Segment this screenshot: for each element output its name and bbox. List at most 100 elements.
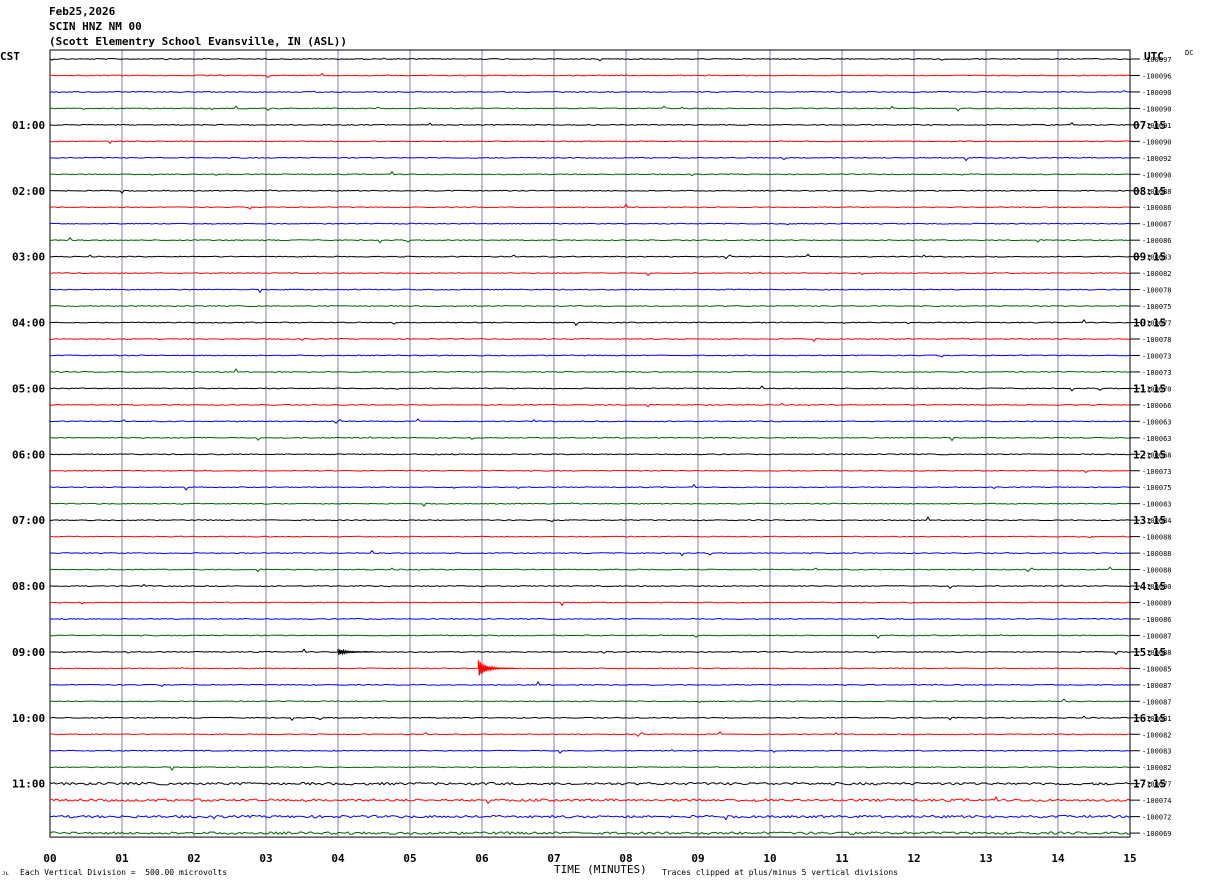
dc-offset-label: -100090: [1142, 583, 1172, 591]
trace-green: [49, 105, 1131, 112]
x-tick-label: 13: [979, 852, 992, 865]
event-waveform: [337, 648, 374, 656]
trace-blue: [49, 288, 1131, 294]
dc-offset-label: -100090: [1142, 171, 1172, 179]
trace-red: [49, 271, 1131, 277]
dc-offset-label: -100070: [1142, 385, 1172, 393]
dc-offset-label: -100086: [1142, 204, 1172, 212]
trace-red: [49, 731, 1131, 737]
trace-black: [49, 715, 1131, 722]
left-hour-label: 04:00: [12, 317, 45, 330]
dc-offset-label: -100066: [1142, 402, 1172, 410]
dc-offset-label: -100096: [1142, 72, 1172, 80]
dc-offset-label: -100088: [1142, 534, 1172, 542]
trace-blue: [49, 549, 1131, 557]
trace-green: [49, 566, 1131, 573]
trace-blue: [49, 90, 1131, 93]
dc-offset-label: -100075: [1142, 303, 1172, 311]
trace-blue: [49, 749, 1131, 754]
dc-offset-label: -100081: [1142, 715, 1172, 723]
dc-offset-label: -100073: [1142, 352, 1172, 360]
left-hour-label: 11:00: [12, 778, 45, 791]
header-location: (Scott Elementry School Evansville, IN (…: [49, 35, 348, 48]
left-hour-label: 06:00: [12, 448, 45, 461]
trace-black: [49, 385, 1131, 392]
x-tick-label: 04: [331, 852, 345, 865]
trace-black: [49, 781, 1131, 786]
left-hour-label: 08:00: [12, 580, 45, 593]
dc-offset-label: -100083: [1142, 748, 1172, 756]
trace-green: [49, 237, 1131, 244]
trace-blue: [49, 618, 1131, 620]
dc-offset-label: -100073: [1142, 468, 1172, 476]
scale-note: Each Vertical Division = 500.00 microvol…: [20, 868, 228, 877]
trace-red: [49, 666, 1131, 670]
x-tick-label: 03: [259, 852, 272, 865]
dc-offset-label: -100088: [1142, 649, 1172, 657]
trace-blue: [49, 222, 1131, 226]
trace-blue: [49, 418, 1131, 425]
trace-green: [49, 305, 1131, 308]
dc-offset-label: -100084: [1142, 517, 1172, 525]
dc-offset-label: -100078: [1142, 336, 1172, 344]
trace-red: [49, 72, 1131, 79]
dc-offset-label: -100063: [1142, 418, 1172, 426]
trace-black: [49, 516, 1131, 523]
trace-red: [49, 402, 1131, 408]
trace-black: [49, 453, 1131, 456]
trace-green: [49, 634, 1131, 640]
dc-offset-label: -100087: [1142, 221, 1172, 229]
x-tick-label: 11: [835, 852, 849, 865]
dc-offset-label: -100088: [1142, 567, 1172, 575]
trace-blue: [49, 354, 1131, 358]
x-tick-label: 01: [115, 852, 129, 865]
trace-green: [49, 436, 1131, 442]
left-hour-label: 10:00: [12, 712, 45, 725]
trace-red: [49, 140, 1131, 145]
dc-offset-label: -100068: [1142, 451, 1172, 459]
trace-red: [49, 203, 1131, 210]
x-tick-label: 00: [43, 852, 56, 865]
x-tick-label: 06: [475, 852, 489, 865]
trace-red: [49, 535, 1131, 539]
trace-black: [49, 189, 1131, 194]
dc-offset-label: -100090: [1142, 89, 1172, 97]
x-tick-label: 14: [1051, 852, 1065, 865]
dc-offset-label: -100087: [1142, 698, 1172, 706]
trace-blue: [49, 814, 1131, 821]
trace-black: [49, 57, 1131, 62]
dc-offset-label: -100088: [1142, 188, 1172, 196]
dc-header-label: DC: [1185, 49, 1194, 57]
dc-offset-label: -100083: [1142, 254, 1172, 262]
trace-red: [49, 601, 1131, 607]
trace-blue: [49, 483, 1131, 491]
dc-offset-label: -100089: [1142, 600, 1172, 608]
left-hour-labels: 01:00 02:00 03:00 04:00 05:00 06:00 07:00 08:00…: [12, 119, 45, 791]
event-waveform: [477, 660, 514, 676]
trace-blue: [49, 680, 1131, 688]
trace-black: [49, 319, 1131, 327]
trace-red: [49, 795, 1131, 805]
header-date: Feb25,2026: [49, 5, 116, 18]
trace-green: [49, 766, 1131, 771]
dc-offset-label: -100082: [1142, 764, 1172, 772]
x-tick-label: 05: [403, 852, 416, 865]
trace-black: [49, 253, 1131, 260]
x-tick-label: 15: [1123, 852, 1136, 865]
trace-green: [49, 170, 1131, 177]
trace-black: [49, 583, 1131, 590]
trace-green: [49, 698, 1131, 703]
x-tick-label: 10: [763, 852, 776, 865]
x-axis-label: TIME (MINUTES): [554, 863, 647, 876]
left-hour-label: 07:00: [12, 514, 45, 527]
dc-offset-label: -100077: [1142, 781, 1172, 789]
dc-offset-label: -100073: [1142, 369, 1172, 377]
dc-offset-label: -100092: [1142, 155, 1172, 163]
left-hour-label: 01:00: [12, 119, 45, 132]
trace-red: [49, 337, 1131, 343]
seismogram-plot: 01:00 02:00 03:00 04:00 05:00 06:00 07:00 08:00…: [12, 49, 1172, 865]
trace-green: [49, 502, 1131, 507]
dc-offset-label: -100072: [1142, 814, 1172, 822]
dc-offset-label: -100086: [1142, 616, 1172, 624]
dc-offset-label: -100085: [1142, 665, 1172, 673]
